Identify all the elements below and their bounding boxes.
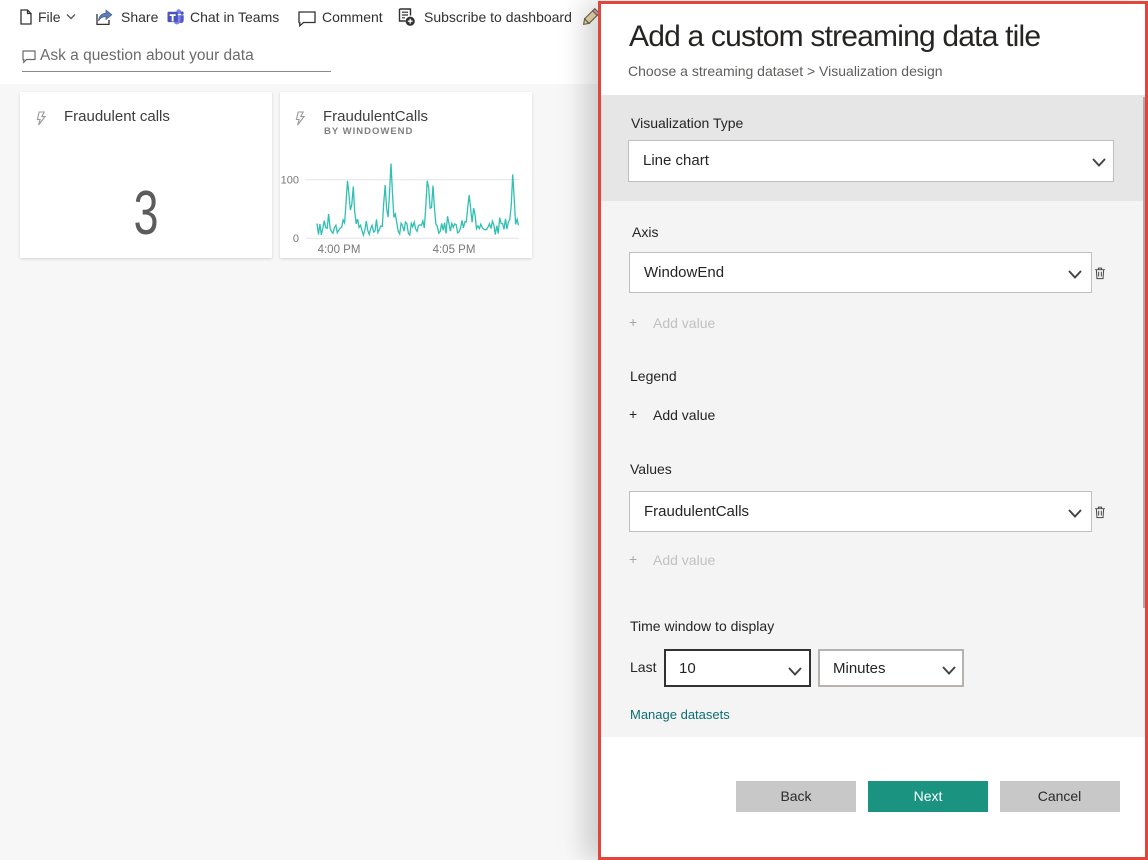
svg-text:0: 0 (293, 233, 299, 245)
svg-text:4:00 PM: 4:00 PM (318, 244, 361, 256)
svg-text:100: 100 (281, 175, 299, 187)
svg-text:4:05 PM: 4:05 PM (433, 244, 476, 256)
